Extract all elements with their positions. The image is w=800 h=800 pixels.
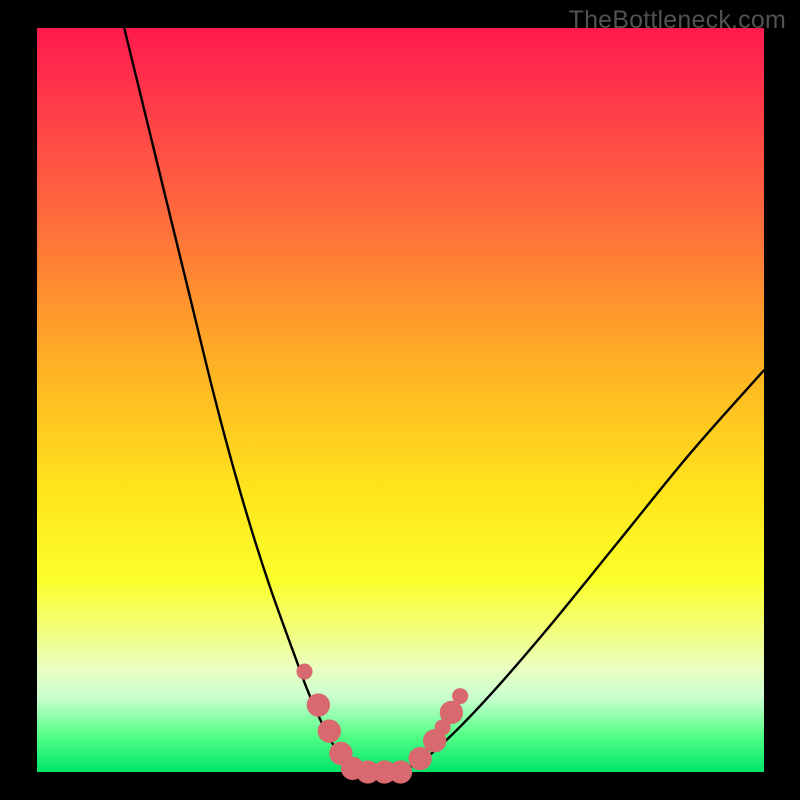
watermark-text: TheBottleneck.com: [569, 6, 786, 35]
highlight-dots: [297, 664, 469, 784]
highlight-dot: [389, 760, 412, 783]
bottleneck-curve: [124, 28, 764, 773]
plot-area: [37, 28, 764, 772]
highlight-dot: [452, 688, 468, 704]
curve-layer: [37, 28, 764, 772]
highlight-dot: [307, 693, 330, 716]
highlight-dot: [440, 701, 463, 724]
highlight-dot: [318, 719, 341, 742]
highlight-dot: [297, 664, 313, 680]
chart-frame: TheBottleneck.com: [0, 0, 800, 800]
